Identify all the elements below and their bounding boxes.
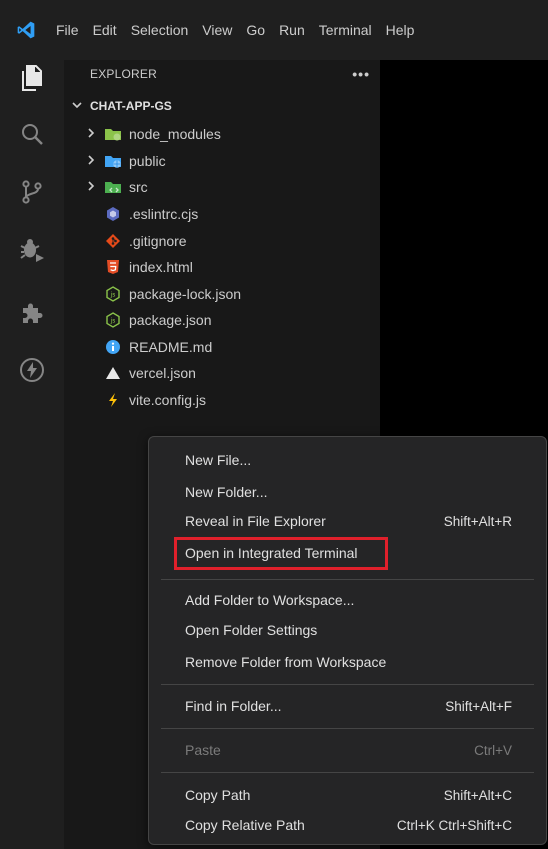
menu-terminal[interactable]: Terminal <box>319 22 372 38</box>
file-package-json[interactable]: js package.json <box>104 308 212 332</box>
file-label: vite.config.js <box>129 392 207 408</box>
menu-item-open-folder-settings[interactable]: Open Folder Settings <box>149 617 546 643</box>
title-bar: File Edit Selection View Go Run Terminal… <box>0 0 548 60</box>
menu-item-add-folder-to-workspace[interactable]: Add Folder to Workspace... <box>149 587 546 613</box>
menu-item-new-folder[interactable]: New Folder... <box>149 479 546 505</box>
menu-selection[interactable]: Selection <box>131 22 189 38</box>
menu-item-label: Copy Relative Path <box>185 817 305 833</box>
folder-src[interactable]: src <box>84 175 148 199</box>
file-label: vercel.json <box>129 365 196 381</box>
run-debug-icon[interactable] <box>18 236 46 264</box>
menu-item-paste: Paste Ctrl+V <box>149 737 546 763</box>
menu-item-label: Remove Folder from Workspace <box>185 654 387 670</box>
menu-item-label: Reveal in File Explorer <box>185 513 326 529</box>
menu-item-label: New Folder... <box>185 484 268 500</box>
file-index-html[interactable]: index.html <box>104 255 193 279</box>
source-control-icon[interactable] <box>18 178 46 206</box>
menu-item-copy-path[interactable]: Copy Path Shift+Alt+C <box>149 782 546 808</box>
vite-icon <box>104 391 122 409</box>
workspace-root[interactable]: CHAT-APP-GS <box>70 96 172 116</box>
public-folder-icon <box>104 152 122 170</box>
info-icon <box>104 338 122 356</box>
git-icon <box>104 232 122 250</box>
menu-separator <box>161 728 534 729</box>
shortcut-label: Ctrl+V <box>474 742 512 758</box>
menu-item-label: Add Folder to Workspace... <box>185 592 355 608</box>
eslint-icon <box>104 205 122 223</box>
menu-run[interactable]: Run <box>279 22 305 38</box>
file-vercel-json[interactable]: vercel.json <box>104 361 196 385</box>
more-actions-icon[interactable]: ••• <box>352 66 370 82</box>
menu-file[interactable]: File <box>56 22 79 38</box>
svg-text:js: js <box>110 318 116 325</box>
context-menu: New File... New Folder... Reveal in File… <box>148 436 547 845</box>
menu-item-find-in-folder[interactable]: Find in Folder... Shift+Alt+F <box>149 693 546 719</box>
menu-go[interactable]: Go <box>246 22 265 38</box>
menu-view[interactable]: View <box>202 22 232 38</box>
html-icon <box>104 258 122 276</box>
chevron-right-icon <box>84 154 98 169</box>
file-gitignore[interactable]: .gitignore <box>104 229 187 253</box>
chevron-down-icon <box>70 99 84 114</box>
folder-node-modules[interactable]: node_modules <box>84 122 221 146</box>
folder-public[interactable]: public <box>84 149 166 173</box>
file-vite-config[interactable]: vite.config.js <box>104 388 206 412</box>
node-modules-folder-icon <box>104 125 122 143</box>
menu-item-label: Paste <box>185 742 221 758</box>
highlight-annotation-box <box>174 537 388 570</box>
file-label: package.json <box>129 312 212 328</box>
menu-separator <box>161 684 534 685</box>
shortcut-label: Shift+Alt+R <box>443 513 512 529</box>
menu-item-label: New File... <box>185 452 252 468</box>
extensions-icon[interactable] <box>18 298 46 326</box>
files-icon[interactable] <box>18 64 46 92</box>
lightning-icon[interactable] <box>18 356 46 384</box>
shortcut-label: Shift+Alt+F <box>445 698 512 714</box>
vercel-icon <box>104 364 122 382</box>
menu-item-remove-folder-from-workspace[interactable]: Remove Folder from Workspace <box>149 649 546 675</box>
folder-label: src <box>129 179 148 195</box>
nodejs-icon: js <box>104 311 122 329</box>
src-folder-icon <box>104 178 122 196</box>
chevron-right-icon <box>84 180 98 195</box>
menu-help[interactable]: Help <box>386 22 415 38</box>
nodejs-icon: js <box>104 285 122 303</box>
svg-text:js: js <box>110 292 116 299</box>
file-readme[interactable]: README.md <box>104 335 212 359</box>
menu-item-copy-relative-path[interactable]: Copy Relative Path Ctrl+K Ctrl+Shift+C <box>149 812 546 838</box>
menu-separator <box>161 772 534 773</box>
file-label: package-lock.json <box>129 286 242 302</box>
file-package-lock-json[interactable]: js package-lock.json <box>104 282 241 306</box>
search-icon[interactable] <box>18 120 46 148</box>
folder-label: public <box>129 153 166 169</box>
menu-item-reveal-in-file-explorer[interactable]: Reveal in File Explorer Shift+Alt+R <box>149 508 546 534</box>
file-eslintrc[interactable]: .eslintrc.cjs <box>104 202 198 226</box>
file-label: index.html <box>129 259 193 275</box>
folder-label: node_modules <box>129 126 221 142</box>
workspace-root-label: CHAT-APP-GS <box>90 99 172 113</box>
file-label: .gitignore <box>129 233 187 249</box>
file-label: .eslintrc.cjs <box>129 206 199 222</box>
menu-separator <box>161 579 534 580</box>
menu-item-label: Find in Folder... <box>185 698 282 714</box>
chevron-right-icon <box>84 127 98 142</box>
menu-item-label: Copy Path <box>185 787 251 803</box>
menu-item-new-file[interactable]: New File... <box>149 447 546 473</box>
vscode-logo-icon[interactable] <box>16 20 36 40</box>
shortcut-label: Ctrl+K Ctrl+Shift+C <box>396 817 512 833</box>
explorer-header: EXPLORER ••• <box>90 64 370 84</box>
menu-edit[interactable]: Edit <box>93 22 117 38</box>
file-label: README.md <box>129 339 213 355</box>
menu-item-label: Open Folder Settings <box>185 622 318 638</box>
shortcut-label: Shift+Alt+C <box>443 787 512 803</box>
explorer-title: EXPLORER <box>90 67 157 81</box>
